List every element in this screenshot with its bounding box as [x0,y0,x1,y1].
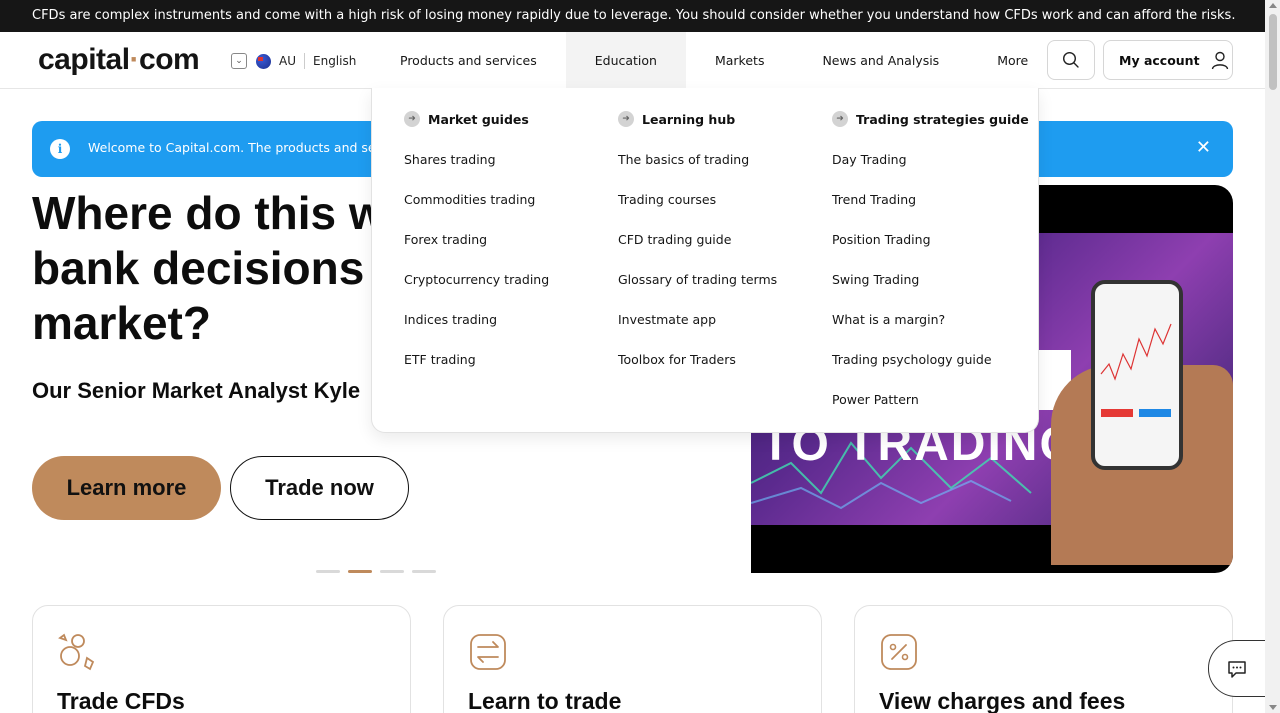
education-dropdown-menu: ➜ Market guides Shares trading Commoditi… [371,88,1039,433]
trade-now-button[interactable]: Trade now [230,456,409,520]
carousel-dot[interactable] [412,570,436,573]
link-position-trading[interactable]: Position Trading [832,232,931,247]
link-trading-psychology-guide[interactable]: Trading psychology guide [832,352,992,367]
link-basics-of-trading[interactable]: The basics of trading [618,152,749,167]
link-etf-trading[interactable]: ETF trading [404,352,476,367]
page-scrollbar[interactable] [1265,0,1280,713]
card-learn-to-trade[interactable]: Learn to trade [443,605,822,713]
nav-education[interactable]: Education [565,32,686,88]
main-nav: Products and services Education Markets … [380,32,1057,88]
language-label: English [313,54,357,68]
my-account-button[interactable]: My account [1103,40,1233,80]
region-code: AU [279,54,296,68]
nav-products-and-services[interactable]: Products and services [380,32,566,88]
arrow-right-icon: ➜ [618,111,634,127]
link-glossary-of-trading-terms[interactable]: Glossary of trading terms [618,272,777,287]
card-title: View charges and fees [879,688,1126,713]
exchange-arrows-icon [470,634,506,670]
chevron-down-icon: ⌄ [231,53,247,69]
my-account-label: My account [1119,52,1200,68]
site-header: capital·com ⌄ AU English Products and se… [0,32,1265,89]
link-indices-trading[interactable]: Indices trading [404,312,497,327]
close-icon[interactable]: ✕ [1196,138,1211,158]
link-what-is-a-margin[interactable]: What is a margin? [832,312,945,327]
australia-flag-icon [256,53,271,69]
heading-label: Market guides [428,111,529,127]
link-swing-trading[interactable]: Swing Trading [832,272,919,287]
trading-strategies-guide-heading[interactable]: ➜ Trading strategies guide [832,111,1029,127]
search-icon [1062,51,1079,68]
link-commodities-trading[interactable]: Commodities trading [404,192,535,207]
link-trading-courses[interactable]: Trading courses [618,192,716,207]
percent-icon [881,634,917,670]
link-trend-trading[interactable]: Trend Trading [832,192,916,207]
nav-markets[interactable]: Markets [686,32,793,88]
link-cfd-trading-guide[interactable]: CFD trading guide [618,232,731,247]
heading-label: Trading strategies guide [856,111,1029,127]
welcome-banner-text: Welcome to Capital.com. The products and… [88,140,389,155]
user-icon [1211,51,1228,70]
card-title: Learn to trade [468,688,622,713]
carousel-dot[interactable] [316,570,340,573]
chat-icon [1228,660,1246,678]
carousel-dot-active[interactable] [348,570,372,573]
phone-image [1091,280,1183,470]
learn-more-button[interactable]: Learn more [32,456,221,520]
heading-label: Learning hub [642,111,736,127]
market-guides-heading[interactable]: ➜ Market guides [404,111,529,127]
info-icon: i [50,139,70,159]
nav-news-and-analysis[interactable]: News and Analysis [793,32,968,88]
card-view-charges-and-fees[interactable]: View charges and fees [854,605,1233,713]
scroll-down-arrow-icon[interactable] [1269,705,1277,710]
card-title: Trade CFDs [57,688,185,713]
scrollbar-thumb[interactable] [1269,14,1277,90]
capital-com-logo[interactable]: capital·com [38,43,200,77]
link-day-trading[interactable]: Day Trading [832,152,907,167]
carousel-dot[interactable] [380,570,404,573]
risk-warning-text: CFDs are complex instruments and come wi… [32,8,1236,23]
scroll-up-arrow-icon[interactable] [1269,3,1277,8]
card-trade-cfds[interactable]: Trade CFDs [32,605,411,713]
hero-subtitle: Our Senior Market Analyst Kyle [32,378,361,403]
carousel-indicators [316,570,436,573]
arrow-right-icon: ➜ [832,111,848,127]
link-forex-trading[interactable]: Forex trading [404,232,487,247]
link-investmate-app[interactable]: Investmate app [618,312,716,327]
coins-icon [58,633,95,671]
risk-warning-bar: CFDs are complex instruments and come wi… [0,0,1265,32]
chat-button[interactable] [1208,640,1265,697]
learning-hub-heading[interactable]: ➜ Learning hub [618,111,735,127]
search-button[interactable] [1047,40,1095,80]
link-toolbox-for-traders[interactable]: Toolbox for Traders [618,352,736,367]
region-language-selector[interactable]: ⌄ AU English [231,51,356,71]
phone-chart [1100,323,1172,417]
link-power-pattern[interactable]: Power Pattern [832,392,919,407]
arrow-right-icon: ➜ [404,111,420,127]
link-shares-trading[interactable]: Shares trading [404,152,496,167]
link-cryptocurrency-trading[interactable]: Cryptocurrency trading [404,272,549,287]
divider [304,53,305,69]
nav-more[interactable]: More [968,32,1057,88]
